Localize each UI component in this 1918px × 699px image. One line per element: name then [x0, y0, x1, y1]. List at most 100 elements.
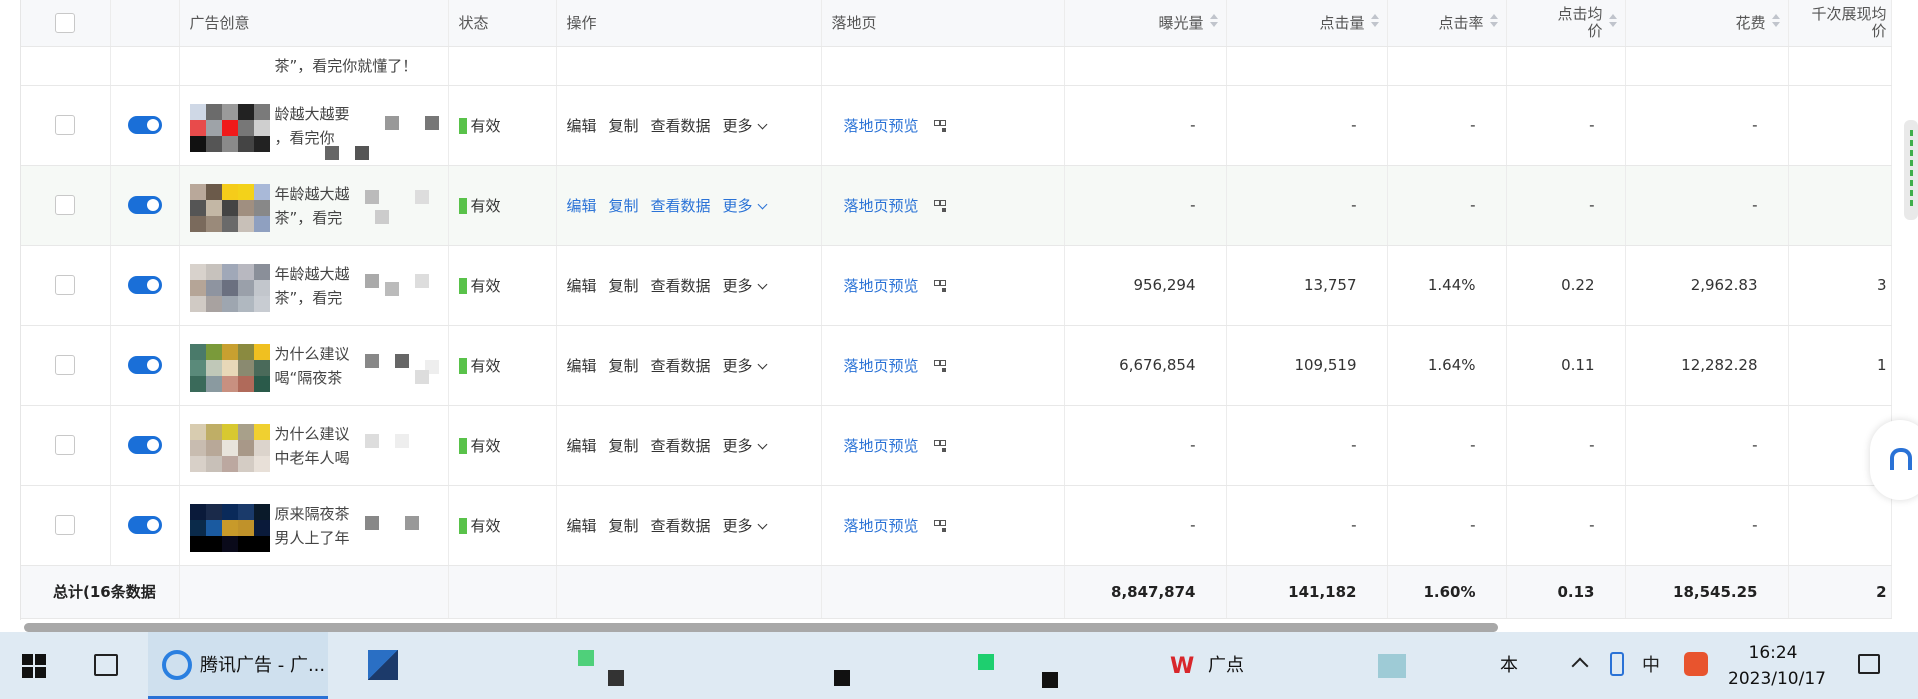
sort-icon[interactable] [1209, 14, 1218, 30]
row-checkbox[interactable] [55, 355, 76, 375]
thumbnail-pixel [253, 423, 270, 440]
sort-icon[interactable] [1771, 14, 1780, 30]
row-checkbox[interactable] [55, 195, 76, 215]
row-checkbox[interactable] [55, 115, 76, 135]
sogou-ime-icon[interactable] [1684, 652, 1708, 676]
creative[interactable]: 年龄越大越 茶”，看完 [180, 245, 448, 324]
copy-link[interactable]: 复制 [609, 277, 639, 295]
edit-link[interactable]: 编辑 [567, 437, 597, 455]
creative-thumbnail[interactable] [189, 103, 270, 152]
copy-link[interactable]: 复制 [609, 117, 639, 135]
view-data-link[interactable]: 查看数据 [651, 117, 711, 135]
edit-link[interactable]: 编辑 [567, 197, 597, 215]
thumbnail-pixel [221, 263, 238, 280]
row-checkbox[interactable] [55, 275, 76, 295]
usb-icon[interactable] [1610, 652, 1624, 676]
view-data-link[interactable]: 查看数据 [651, 277, 711, 295]
enable-toggle[interactable] [127, 436, 162, 455]
taskbar-app-icon[interactable] [834, 670, 850, 686]
creative[interactable]: 龄越大越要 ，看完你 [180, 85, 448, 164]
landing-preview-link[interactable]: 落地页预览 [844, 277, 919, 295]
landing-preview-link[interactable]: 落地页预览 [844, 197, 919, 215]
header-cpm[interactable]: 千次展现均价 [1788, 0, 1892, 47]
creative-thumbnail[interactable] [189, 503, 270, 552]
landing-preview-link[interactable]: 落地页预览 [844, 517, 919, 535]
enable-toggle[interactable] [127, 196, 162, 215]
header-cost[interactable]: 花费 [1625, 0, 1789, 47]
row-toggle-cell [110, 485, 180, 566]
more-dropdown[interactable]: 更多 [723, 437, 768, 455]
thumbnail-pixel [205, 375, 222, 392]
more-dropdown[interactable]: 更多 [723, 357, 768, 375]
floating-support-button[interactable] [1870, 420, 1918, 500]
metric-impressions: 6,676,854 [1064, 325, 1227, 406]
creative[interactable]: 原来隔夜茶 男人上了年 [180, 485, 448, 564]
header-clicks[interactable]: 点击量 [1226, 0, 1388, 47]
copy-link[interactable]: 复制 [609, 437, 639, 455]
landing-preview-link[interactable]: 落地页预览 [844, 117, 919, 135]
ime-indicator[interactable]: 中 [1642, 632, 1660, 699]
copy-link[interactable]: 复制 [609, 357, 639, 375]
view-data-link[interactable]: 查看数据 [651, 197, 711, 215]
more-dropdown[interactable]: 更多 [723, 277, 768, 295]
taskbar-clock[interactable]: 16:24 2023/10/17 [1728, 640, 1826, 692]
sort-icon[interactable] [1608, 14, 1617, 30]
taskbar-app-icon[interactable] [578, 650, 594, 666]
edit-link[interactable]: 编辑 [567, 277, 597, 295]
landing-cell: 落地页预览 [821, 85, 1065, 166]
qr-code-icon[interactable] [933, 279, 946, 292]
view-data-link[interactable]: 查看数据 [651, 437, 711, 455]
show-hidden-icons-icon[interactable] [1571, 657, 1589, 675]
status-text: 有效 [470, 436, 501, 455]
more-dropdown[interactable]: 更多 [723, 197, 768, 215]
copy-link[interactable]: 复制 [609, 517, 639, 535]
creative[interactable]: 为什么建议 中老年人喝 [180, 405, 448, 484]
wps-icon[interactable]: W [1170, 656, 1204, 678]
sort-icon[interactable] [1370, 14, 1379, 30]
header-impressions[interactable]: 曝光量 [1064, 0, 1227, 47]
landing-preview-link[interactable]: 落地页预览 [844, 357, 919, 375]
select-all-checkbox[interactable] [55, 12, 76, 33]
qr-code-icon[interactable] [933, 359, 946, 372]
landing-preview-link[interactable]: 落地页预览 [844, 437, 919, 455]
creative[interactable]: 为什么建议 喝“隔夜茶 [180, 325, 448, 404]
qr-code-icon[interactable] [933, 119, 946, 132]
edit-link[interactable]: 编辑 [567, 357, 597, 375]
sort-icon[interactable] [1489, 14, 1498, 30]
taskbar-app-icon[interactable] [368, 650, 398, 680]
view-data-link[interactable]: 查看数据 [651, 357, 711, 375]
header-cpc[interactable]: 点击均价 [1506, 0, 1626, 47]
more-dropdown[interactable]: 更多 [723, 517, 768, 535]
qr-code-icon[interactable] [933, 519, 946, 532]
edit-link[interactable]: 编辑 [567, 117, 597, 135]
creative-thumbnail[interactable] [189, 343, 270, 392]
task-view-icon[interactable] [94, 654, 118, 676]
header-ctr[interactable]: 点击率 [1387, 0, 1507, 47]
edit-link[interactable]: 编辑 [567, 517, 597, 535]
more-dropdown[interactable]: 更多 [723, 117, 768, 135]
copy-link[interactable]: 复制 [609, 197, 639, 215]
taskbar-app-icon[interactable] [1042, 672, 1058, 688]
status-indicator [458, 358, 467, 374]
view-data-link[interactable]: 查看数据 [651, 517, 711, 535]
creative[interactable]: 年龄越大越 茶”，看完 [180, 165, 448, 244]
enable-toggle[interactable] [127, 116, 162, 135]
enable-toggle[interactable] [127, 356, 162, 375]
taskbar-app-icon[interactable] [978, 654, 994, 670]
horizontal-scrollbar[interactable] [24, 623, 1498, 632]
enable-toggle[interactable] [127, 276, 162, 295]
windows-start-icon[interactable] [22, 654, 46, 678]
thumbnail-pixel [253, 375, 270, 392]
enable-toggle[interactable] [127, 516, 162, 535]
creative-thumbnail[interactable] [189, 423, 270, 472]
taskbar-app-icon[interactable] [1378, 654, 1406, 678]
qr-code-icon[interactable] [933, 199, 946, 212]
notification-icon[interactable] [1858, 654, 1880, 674]
header-actions: 操作 [556, 0, 822, 47]
creative-thumbnail[interactable] [189, 183, 270, 232]
row-checkbox[interactable] [55, 435, 76, 455]
creative-thumbnail[interactable] [189, 263, 270, 312]
taskbar-app-icon[interactable] [608, 670, 624, 686]
qr-code-icon[interactable] [933, 439, 946, 452]
row-checkbox[interactable] [55, 515, 76, 535]
